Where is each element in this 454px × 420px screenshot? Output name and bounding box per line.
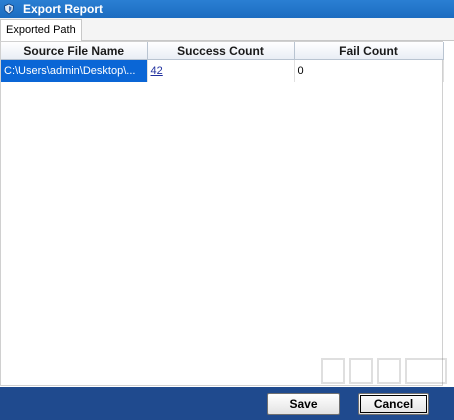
fail-count-cell: 0 [294,59,444,82]
tab-strip: Exported Path [0,18,454,41]
save-button[interactable]: Save [267,393,340,415]
window-title: Export Report [23,2,104,16]
source-file-cell[interactable]: C:\Users\admin\Desktop\... [1,59,148,82]
report-table: Source File Name Success Count Fail Coun… [1,42,444,82]
cancel-button[interactable]: Cancel [358,393,429,415]
footer-bar: Save Cancel [0,387,454,420]
column-header-fail-count[interactable]: Fail Count [294,42,444,60]
success-count-link[interactable]: 42 [151,65,163,77]
watermark-graphic [321,358,447,384]
column-header-success-count[interactable]: Success Count [147,42,295,60]
table-row[interactable]: C:\Users\admin\Desktop\... 42 0 [1,59,444,82]
column-header-source-file-name[interactable]: Source File Name [1,42,148,60]
success-count-cell: 42 [147,59,295,82]
title-bar: Export Report [0,0,454,18]
table-header-row: Source File Name Success Count Fail Coun… [1,42,444,60]
shield-icon [3,3,15,15]
tab-exported-path[interactable]: Exported Path [0,19,82,41]
report-grid[interactable]: Source File Name Success Count Fail Coun… [0,41,444,386]
